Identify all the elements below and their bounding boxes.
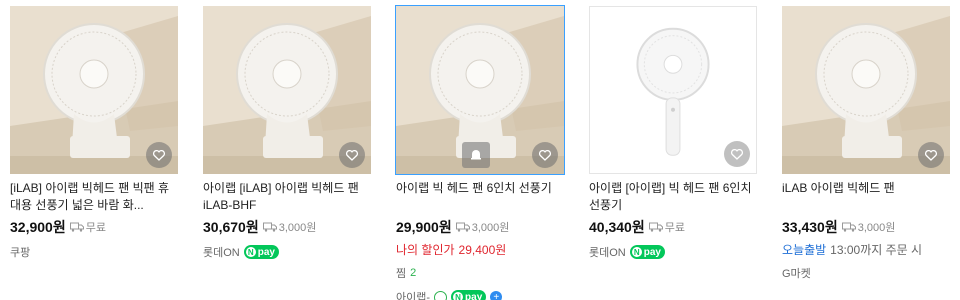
- shipping-info: 무료: [648, 219, 685, 235]
- product-card[interactable]: [iLAB] 아이랩 빅헤드 팬 빅팬 휴대용 선풍기 넓은 바람 화... 3…: [10, 6, 178, 260]
- npay-label: pay: [465, 291, 483, 300]
- wish-label: 찜: [396, 268, 407, 280]
- product-title[interactable]: 아이랩 빅 헤드 팬 6인치 선풍기: [396, 180, 564, 214]
- product-price: 32,900원: [10, 219, 66, 235]
- product-image[interactable]: [203, 6, 371, 174]
- plus-icon: +: [490, 291, 503, 300]
- seller-name[interactable]: 쿠팡: [10, 244, 30, 260]
- truck-icon: [841, 222, 856, 232]
- product-card[interactable]: iLAB 아이랩 빅헤드 팬 33,430원 3,000원 오늘출발 13:00…: [782, 6, 950, 281]
- npay-badge: Npay: [243, 245, 279, 259]
- product-price: 40,340원: [589, 219, 645, 235]
- npay-badge: Npay: [451, 290, 487, 300]
- wishlist-heart-icon[interactable]: [532, 142, 558, 168]
- shipping-info: 무료: [69, 219, 106, 235]
- shipping-fee: 무료: [664, 222, 685, 234]
- product-image[interactable]: [782, 6, 950, 174]
- truck-icon: [69, 222, 84, 232]
- seller-name[interactable]: 아이랩-: [396, 289, 430, 300]
- shipping-info: 3,000원: [455, 219, 510, 235]
- shipping-fee: 3,000원: [857, 222, 896, 234]
- shipping-info: 3,000원: [262, 219, 317, 235]
- product-price: 30,670원: [203, 219, 259, 235]
- npay-label: pay: [643, 246, 661, 258]
- product-image[interactable]: [395, 5, 565, 175]
- product-price: 33,430원: [782, 219, 838, 235]
- product-image[interactable]: [10, 6, 178, 174]
- product-price: 29,900원: [396, 219, 452, 235]
- npay-n-icon: N: [245, 247, 256, 257]
- shipping-fee: 무료: [85, 222, 106, 234]
- truck-icon: [262, 222, 277, 232]
- truck-icon: [455, 222, 470, 232]
- product-card[interactable]: 아이랩 빅 헤드 팬 6인치 선풍기 29,900원 3,000원 나의 할인가…: [395, 5, 565, 300]
- discount-label: 나의 할인가: [396, 242, 455, 257]
- delivery-note: 13:00까지 주문 시: [830, 242, 923, 257]
- seller-name[interactable]: G마켓: [782, 265, 811, 281]
- seller-name[interactable]: 롯데ON: [203, 244, 240, 260]
- wishlist-heart-icon[interactable]: [918, 142, 944, 168]
- wish-count: 2: [410, 267, 417, 279]
- shipping-info: 3,000원: [841, 219, 896, 235]
- bell-icon[interactable]: [462, 142, 490, 168]
- npay-label: pay: [257, 246, 275, 258]
- product-title[interactable]: 아이랩 [iLAB] 아이랩 빅헤드 팬 iLAB-BHF: [203, 180, 371, 214]
- npay-n-icon: N: [631, 247, 642, 257]
- shipping-fee: 3,000원: [471, 222, 510, 234]
- shipping-fee: 3,000원: [278, 222, 317, 234]
- product-title[interactable]: 아이랩 [아이랩] 빅 헤드 팬 6인치 선풍기: [589, 180, 757, 214]
- wishlist-heart-icon[interactable]: [724, 141, 750, 167]
- wishlist-heart-icon[interactable]: [146, 142, 172, 168]
- talk-chat-icon[interactable]: [434, 290, 448, 300]
- product-card[interactable]: 아이랩 [아이랩] 빅 헤드 팬 6인치 선풍기 40,340원 무료 롯데ON…: [589, 6, 757, 260]
- npay-badge: Npay: [629, 245, 665, 259]
- seller-name[interactable]: 롯데ON: [589, 244, 626, 260]
- wishlist-heart-icon[interactable]: [339, 142, 365, 168]
- product-title[interactable]: iLAB 아이랩 빅헤드 팬: [782, 180, 950, 214]
- npay-n-icon: N: [453, 292, 464, 300]
- product-image[interactable]: [589, 6, 757, 174]
- discount-price: 29,400원: [458, 242, 507, 257]
- product-title[interactable]: [iLAB] 아이랩 빅헤드 팬 빅팬 휴대용 선풍기 넓은 바람 화...: [10, 180, 178, 214]
- product-card[interactable]: 아이랩 [iLAB] 아이랩 빅헤드 팬 iLAB-BHF 30,670원 3,…: [203, 6, 371, 260]
- delivery-label: 오늘출발: [782, 242, 827, 257]
- truck-icon: [648, 222, 663, 232]
